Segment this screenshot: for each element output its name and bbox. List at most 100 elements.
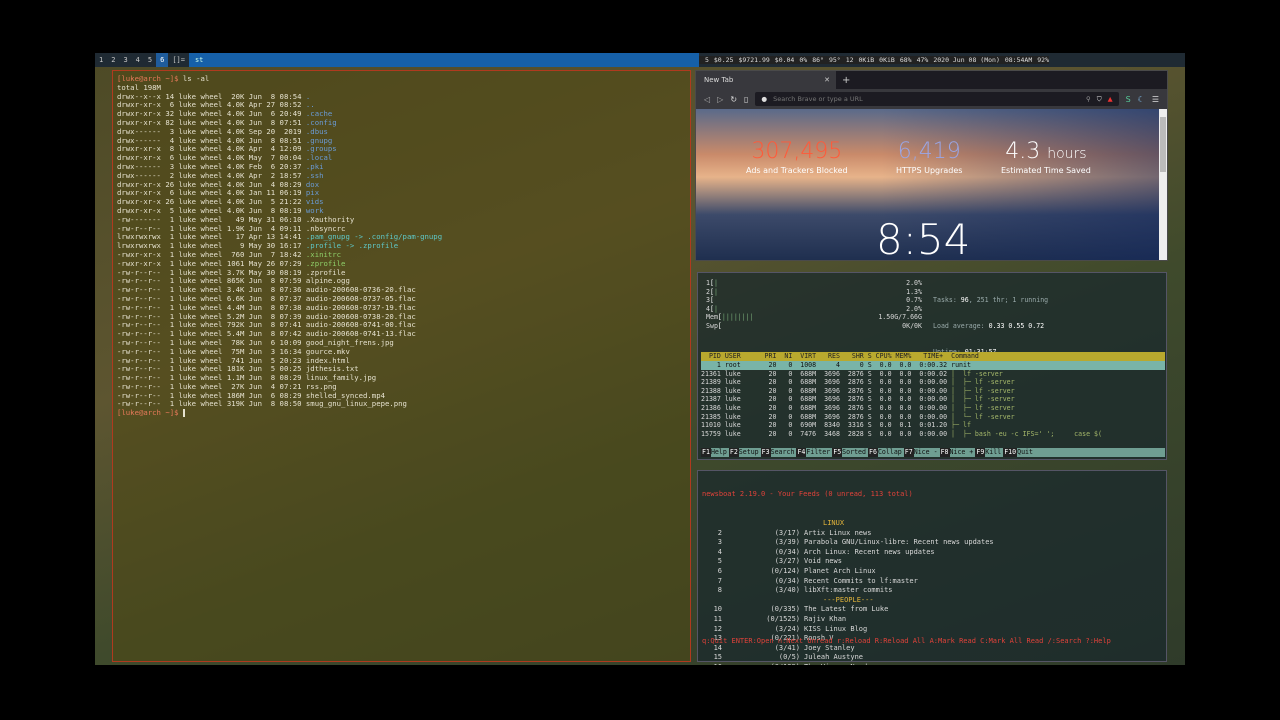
feed-number: 4 — [717, 547, 722, 556]
file-info: drwx--x--x 14 luke wheel 20K Jun 8 08:54 — [117, 91, 306, 101]
fkey[interactable]: F8 — [939, 448, 950, 457]
file-name: .profile -> .zprofile — [305, 241, 399, 251]
fkey[interactable]: F5 — [832, 448, 843, 457]
url-input[interactable] — [773, 95, 1080, 103]
extension-moon-icon[interactable]: ☾ — [1138, 95, 1145, 104]
process-row[interactable]: 11010 luke 20 0 690M 8340 3316 S 0.0 0.1… — [701, 421, 1165, 430]
process-row[interactable]: 21361 luke 20 0 688M 3696 2876 S 0.0 0.0… — [701, 370, 1165, 379]
feed-number: 16 — [698, 663, 722, 665]
fkey[interactable]: F1 — [701, 448, 711, 457]
process-row[interactable]: 21386 luke 20 0 688M 3696 2876 S 0.0 0.0… — [701, 404, 1165, 413]
fkey-label[interactable]: Filter — [806, 448, 832, 457]
feed-name: Juleah Austyne — [804, 653, 864, 662]
scrollbar[interactable] — [1159, 109, 1167, 260]
feed-name: The Latest from Luke — [804, 605, 889, 614]
feed-number: 2 — [717, 528, 722, 537]
file-name: .Xauthority — [305, 214, 355, 224]
back-icon[interactable]: ◁ — [704, 95, 710, 104]
fkey[interactable]: F9 — [975, 448, 986, 457]
process-row[interactable]: 15759 luke 20 0 7476 3468 2828 S 0.0 0.0… — [701, 430, 1165, 439]
fkey[interactable]: F2 — [728, 448, 739, 457]
file-name: audio-200608-0737-19.flac — [305, 302, 416, 312]
cursor — [182, 409, 185, 418]
fkey-label[interactable]: Nice - — [914, 448, 940, 457]
feed-item[interactable]: 6 (0/124) Planet Arch Linux — [698, 567, 1166, 577]
feed-number: 7 — [717, 576, 722, 585]
reload-icon[interactable]: ↻ — [730, 95, 737, 104]
htop-window[interactable]: 1[| 2.0% 2[| 1.3% 3[0.7% 4[| 2.0% Mem[|||||||| 1… — [697, 272, 1167, 460]
file-info: drwxr-xr-x 26 luke wheel 4.0K Jun 5 21:2… — [117, 197, 306, 207]
fkey-label[interactable]: Quit — [1017, 448, 1035, 457]
feed-item[interactable]: 8 (3/40) libXft:master commits — [698, 586, 1166, 596]
fkey-label[interactable]: Kill — [985, 448, 1003, 457]
process-row[interactable]: 21389 luke 20 0 688M 3696 2876 S 0.0 0.0… — [701, 378, 1165, 387]
fkey[interactable]: F3 — [760, 448, 771, 457]
feed-item[interactable]: 12 (3/24) KISS Linux Blog — [698, 625, 1166, 635]
workspace-2[interactable]: 2 — [107, 53, 119, 67]
process-command: │ lf -server — [951, 369, 1003, 378]
file-name: .nbsyncrc — [305, 223, 346, 233]
workspace-3[interactable]: 3 — [119, 53, 131, 67]
feed-item[interactable]: 4 (0/34) Arch Linux: Recent news updates — [698, 548, 1166, 558]
process-row[interactable]: 1 root 20 0 1008 4 0 S 0.0 0.0 0:00.32 r… — [701, 361, 1165, 370]
process-row[interactable]: 21385 luke 20 0 688M 3696 2876 S 0.0 0.0… — [701, 413, 1165, 422]
feed-item[interactable]: 11 (0/1525) Rajiv Khan — [698, 615, 1166, 625]
workspace-1[interactable]: 1 — [95, 53, 107, 67]
workspace-6[interactable]: 6 — [156, 53, 169, 67]
process-row[interactable]: 21387 luke 20 0 688M 3696 2876 S 0.0 0.0… — [701, 395, 1165, 404]
workspace-5[interactable]: 5 — [144, 53, 156, 67]
url-bar[interactable]: ● ⚲ ⛉ ▲ — [755, 92, 1119, 106]
meter-value: 2.0% — [906, 279, 922, 287]
menu-icon[interactable]: ☰ — [1152, 95, 1159, 104]
fkey-label[interactable]: Help — [711, 448, 729, 457]
process-stats: 21361 luke 20 0 688M 3696 2876 S 0.0 0.0… — [701, 369, 952, 378]
brave-rewards-icon[interactable]: ▲ — [1108, 95, 1113, 103]
file-name: .config — [305, 117, 337, 127]
layout-indicator[interactable]: []= — [168, 53, 189, 67]
feed-section: LINUX — [698, 519, 1166, 529]
forward-icon[interactable]: ▷ — [717, 95, 723, 104]
process-table-header[interactable]: PID USER PRI NI VIRT RES SHR S CPU% MEM%… — [701, 352, 1165, 361]
close-icon[interactable]: ✕ — [824, 71, 830, 89]
file-name: audio-200608-0741-00.flac — [305, 320, 416, 330]
search-icon[interactable]: ⚲ — [1086, 95, 1091, 103]
feed-count: (3/39) — [774, 538, 800, 547]
new-tab-button[interactable]: + — [842, 75, 850, 86]
workspace-4[interactable]: 4 — [132, 53, 144, 67]
feed-item[interactable]: 15 (0/5) Juleah Austyne — [698, 653, 1166, 663]
fkey-label[interactable]: Setup — [739, 448, 761, 457]
feed-item[interactable]: 5 (3/27) Void news — [698, 557, 1166, 567]
feed-item[interactable]: 10 (0/335) The Latest from Luke — [698, 605, 1166, 615]
feed-name: The Vicene Nerd — [804, 663, 867, 665]
fkey[interactable]: F7 — [903, 448, 914, 457]
fkey[interactable]: F6 — [868, 448, 878, 457]
browser-window: New Tab ✕ + ◁ ▷ ↻ ▯ ● ⚲ ⛉ ▲ S ☾ ☰ 307,495… — [695, 70, 1168, 261]
bookmark-icon[interactable]: ▯ — [744, 95, 748, 104]
fkey[interactable]: F10 — [1003, 448, 1018, 457]
newsboat-window[interactable]: newsboat 2.19.0 - Your Feeds (0 unread, … — [697, 470, 1167, 665]
status-item: $0.25 — [713, 56, 734, 64]
load-average: 0.33 0.55 0.72 — [988, 321, 1045, 330]
fkey-label[interactable]: Collap — [878, 448, 904, 457]
file-info: drwx------ 3 luke wheel 4.0K Sep 20 2019 — [117, 126, 306, 136]
file-info: -rwxr-xr-x 1 luke wheel 760 Jun 7 18:42 — [117, 249, 306, 259]
feed-item[interactable]: 3 (3/39) Parabola GNU/Linux-libre: Recent … — [698, 538, 1166, 548]
process-stats: 15759 luke 20 0 7476 3468 2828 S 0.0 0.0… — [701, 429, 952, 438]
fkey-label[interactable]: Sorted — [842, 448, 868, 457]
tab-new-tab[interactable]: New Tab ✕ — [696, 71, 836, 89]
file-name: .zprofile — [305, 258, 346, 268]
fkey[interactable]: F4 — [796, 448, 807, 457]
fkey-label[interactable]: Nice + — [950, 448, 976, 457]
feed-count: (0/1525) — [766, 614, 800, 623]
file-info: drwxr-xr-x 26 luke wheel 4.0K Jun 4 08:2… — [117, 179, 306, 189]
feed-item[interactable]: 7 (0/34) Recent Commits to lf:master — [698, 577, 1166, 587]
prompt-user: [luke@arch — [117, 74, 161, 83]
meter-value: 2.0% — [906, 304, 922, 313]
brave-shield-icon[interactable]: ⛉ — [1097, 95, 1102, 104]
terminal-window[interactable]: [luke@arch ~]$ ls -al total 198M drwx--x--… — [112, 70, 691, 662]
fkey-label[interactable]: Search — [771, 448, 797, 457]
extension-icon[interactable]: S — [1126, 95, 1131, 104]
feed-item[interactable]: 2 (3/17) Artix Linux news — [698, 529, 1166, 539]
status-item: 2020 Jun 08 (Mon) — [933, 56, 1000, 64]
feed-item[interactable]: 16(0/139) The Vicene Nerd — [698, 663, 1166, 665]
